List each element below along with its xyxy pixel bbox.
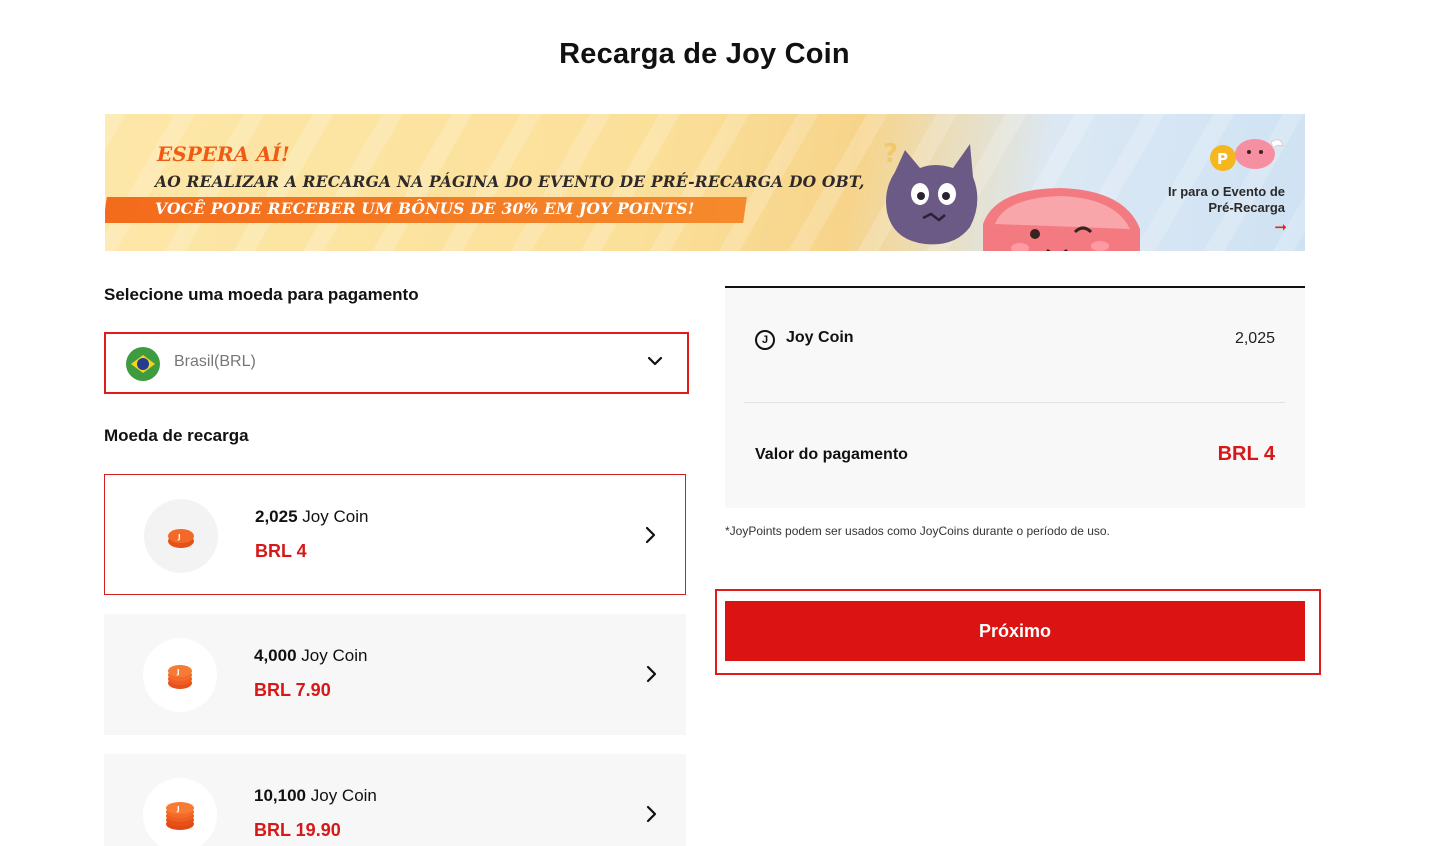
coin-stack-icon: J [144, 499, 218, 573]
package-amount: 10,100 Joy Coin [254, 786, 377, 805]
event-cta-line1: Ir para o Evento de [1167, 184, 1285, 199]
chevron-right-icon [645, 526, 656, 544]
summary-divider [744, 402, 1285, 403]
package-item-10100[interactable]: J 10,100 Joy Coin BRL 19.90 [104, 754, 686, 846]
currency-select-value: Brasil(BRL) [174, 353, 256, 370]
pre-recharge-event-banner[interactable]: ESPERA AÍ! AO REALIZAR A RECARGA NA PÁGI… [105, 114, 1305, 251]
package-price: BRL 19.90 [254, 820, 341, 840]
pink-pig-illustration [983, 188, 1140, 251]
next-button[interactable]: Próximo [725, 601, 1305, 661]
joypoints-footnote: *JoyPoints podem ser usados como JoyCoin… [725, 524, 1110, 538]
banner-headline: ESPERA AÍ! [157, 142, 290, 166]
coin-stack-icon: J [143, 638, 217, 712]
package-item-4000[interactable]: J 4,000 Joy Coin BRL 7.90 [104, 614, 686, 735]
purple-character-illustration: ? [883, 139, 978, 245]
svg-text:J: J [176, 805, 180, 813]
arrow-right-icon: ➞ [1274, 219, 1287, 236]
package-amount: 2,025 Joy Coin [255, 507, 369, 526]
page-title: Recarga de Joy Coin [559, 38, 850, 70]
currency-section-label: Selecione uma moeda para pagamento [104, 285, 419, 304]
svg-text:J: J [176, 668, 180, 676]
package-price: BRL 4 [255, 541, 307, 561]
svg-text:J: J [177, 533, 181, 541]
currency-select[interactable]: Brasil(BRL) [104, 332, 689, 394]
summary-coin-value: 2,025 [1234, 330, 1275, 347]
package-price: BRL 7.90 [254, 680, 331, 700]
brazil-flag-icon [126, 347, 160, 381]
joy-point-coin-icon: P [1210, 139, 1284, 171]
joy-coin-icon: J [755, 330, 775, 350]
chevron-right-icon [646, 805, 657, 823]
svg-text:?: ? [883, 139, 898, 169]
banner-text-line1: AO REALIZAR A RECARGA NA PÁGINA DO EVENT… [155, 172, 865, 191]
coin-stack-icon: J [143, 778, 217, 846]
svg-text:P: P [1217, 150, 1228, 168]
event-cta-text[interactable]: Ir para o Evento de Pré-Recarga [1135, 184, 1285, 216]
package-amount: 4,000 Joy Coin [254, 646, 368, 665]
event-cta-line2: Pré-Recarga [1208, 200, 1285, 215]
order-summary: J Joy Coin 2,025 Valor do pagamento BRL … [725, 286, 1305, 508]
package-item-2025[interactable]: J 2,025 Joy Coin BRL 4 [104, 474, 686, 595]
summary-coin-label: Joy Coin [786, 329, 854, 346]
chevron-down-icon [647, 356, 663, 366]
chevron-right-icon [646, 665, 657, 683]
banner-text-line2: VOCÊ PODE RECEBER UM BÔNUS DE 30% EM JOY… [155, 199, 695, 218]
payment-amount-label: Valor do pagamento [755, 446, 908, 463]
payment-amount-value: BRL 4 [1217, 443, 1275, 465]
packages-section-label: Moeda de recarga [104, 426, 249, 445]
